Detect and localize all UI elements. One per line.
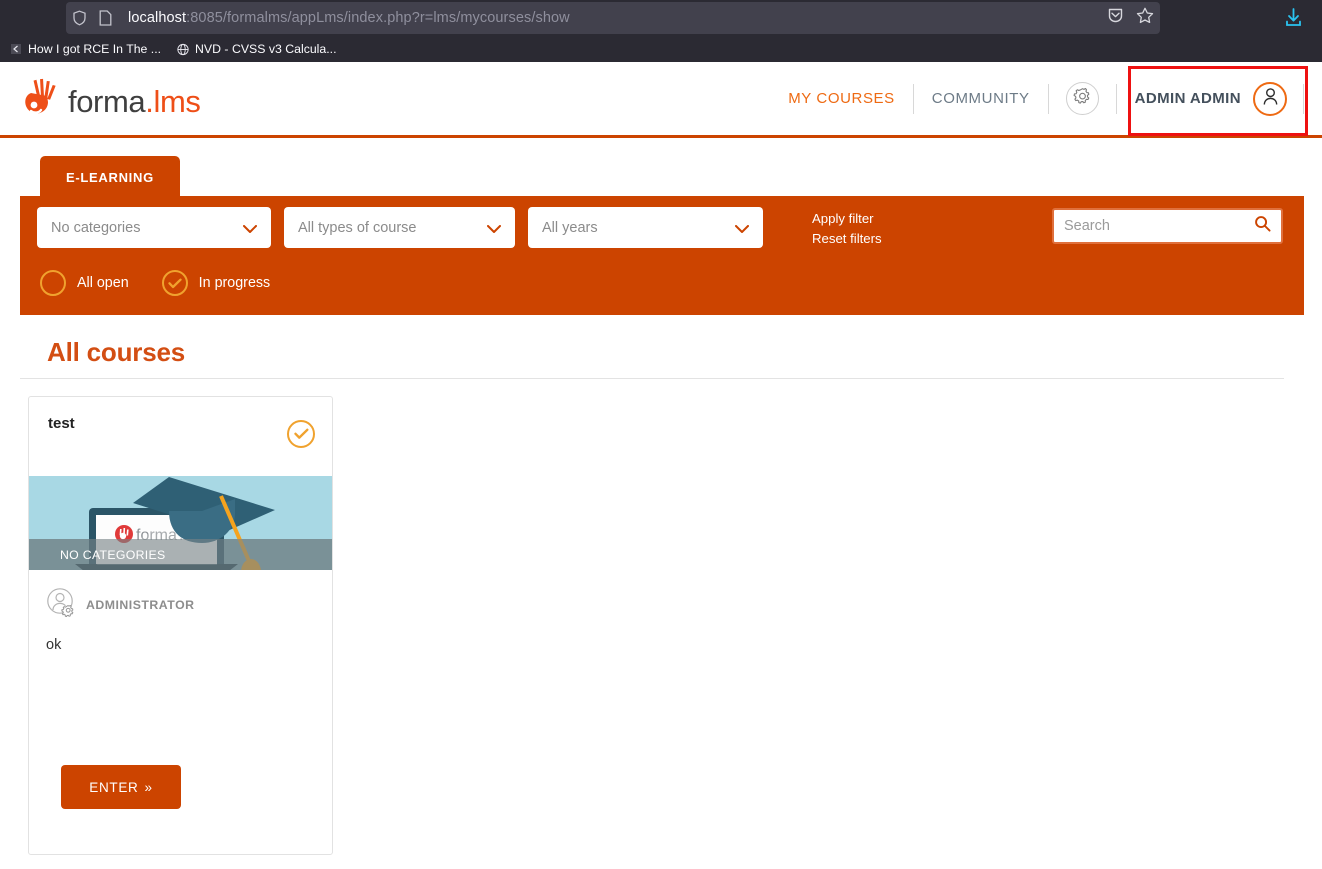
settings-button[interactable] <box>1065 82 1099 115</box>
globe-icon <box>177 43 189 56</box>
browser-toolbar: localhost:8085/formalms/appLms/index.php… <box>0 0 1322 36</box>
year-select[interactable]: All years <box>528 207 763 248</box>
save-to-pocket-icon[interactable] <box>1107 7 1124 29</box>
year-select-value: All years <box>542 219 598 236</box>
nav-divider <box>1303 83 1304 114</box>
course-author: ADMINISTRATOR <box>29 570 332 622</box>
category-select[interactable]: No categories <box>37 207 271 248</box>
radio-all-open[interactable]: All open <box>40 270 129 296</box>
search-icon[interactable] <box>1254 215 1271 237</box>
course-title: test <box>48 415 75 432</box>
search-box[interactable] <box>1052 208 1283 244</box>
check-circle-icon <box>287 420 315 448</box>
bookmark-label: NVD - CVSS v3 Calcula... <box>195 42 337 56</box>
logo-accent: .lms <box>145 83 201 119</box>
user-name-label: ADMIN ADMIN <box>1134 90 1241 107</box>
course-thumbnail: forma .lms NO CATEGORIES <box>29 476 332 570</box>
user-menu[interactable]: ADMIN ADMIN <box>1117 81 1303 116</box>
url-text: localhost:8085/formalms/appLms/index.php… <box>128 10 570 26</box>
url-host: localhost <box>128 10 187 26</box>
radio-circle-checked-icon <box>161 270 188 296</box>
chevron-down-icon <box>487 221 501 239</box>
title-divider <box>20 378 1284 379</box>
course-type-tabs: E-LEARNING <box>40 156 180 198</box>
gear-icon <box>1073 87 1092 111</box>
course-category-band: NO CATEGORIES <box>29 539 332 570</box>
course-card-header: test <box>29 397 332 476</box>
search-input[interactable] <box>1064 218 1254 234</box>
chevron-down-icon <box>735 221 749 239</box>
reset-filters-link[interactable]: Reset filters <box>812 229 882 249</box>
category-select-value: No categories <box>51 219 141 236</box>
enter-course-button[interactable]: ENTER » <box>61 765 181 809</box>
radio-in-progress-label: In progress <box>198 275 271 291</box>
page-icon <box>92 10 118 26</box>
radio-circle-empty-icon <box>40 270 66 296</box>
course-category-label: NO CATEGORIES <box>60 547 166 562</box>
forma-hand-icon <box>20 78 60 125</box>
logo-main: forma <box>68 83 146 119</box>
course-type-select[interactable]: All types of course <box>284 207 515 248</box>
bookmarks-bar: How I got RCE In The ... NVD - CVSS v3 C… <box>0 36 1322 62</box>
bookmark-label: How I got RCE In The ... <box>28 42 162 56</box>
shield-icon[interactable] <box>66 10 92 26</box>
star-icon[interactable] <box>1136 7 1154 29</box>
url-path: :8085/formalms/appLms/index.php?r=lms/my… <box>186 10 570 26</box>
url-bar[interactable]: localhost:8085/formalms/appLms/index.php… <box>66 2 1160 34</box>
chevron-down-icon <box>243 221 257 239</box>
header-nav: MY COURSES COMMUNITY ADMIN ADMIN <box>770 62 1304 135</box>
radio-all-open-label: All open <box>77 275 129 291</box>
page-title: All courses <box>47 337 185 367</box>
enter-button-label: ENTER <box>89 779 139 795</box>
site-header: forma.lms MY COURSES COMMUNITY ADMIN ADM… <box>0 62 1322 138</box>
logo-text: forma.lms <box>68 83 201 120</box>
user-avatar-icon <box>1262 87 1279 111</box>
radio-in-progress[interactable]: In progress <box>161 270 271 296</box>
chevron-bookmark-icon <box>10 44 22 54</box>
bookmark-item-nvd[interactable]: NVD - CVSS v3 Calcula... <box>169 38 344 60</box>
bookmark-item-rce[interactable]: How I got RCE In The ... <box>2 38 169 60</box>
course-description: ok <box>46 637 62 653</box>
filter-actions: Apply filter Reset filters <box>812 209 882 249</box>
admin-user-icon <box>46 587 76 622</box>
download-arrow-icon[interactable] <box>1283 7 1304 33</box>
status-radio-group: All open In progress <box>40 270 303 296</box>
filter-panel: No categories All types of course All ye… <box>20 196 1304 315</box>
double-chevron-right-icon: » <box>144 779 153 795</box>
apply-filter-link[interactable]: Apply filter <box>812 209 882 229</box>
nav-community[interactable]: COMMUNITY <box>914 90 1048 107</box>
nav-divider <box>1047 83 1049 114</box>
course-card[interactable]: test forma .lms <box>28 396 333 855</box>
avatar[interactable] <box>1253 81 1287 116</box>
tab-e-learning[interactable]: E-LEARNING <box>40 156 180 198</box>
course-type-select-value: All types of course <box>298 219 417 236</box>
nav-my-courses[interactable]: MY COURSES <box>770 90 913 107</box>
course-author-label: ADMINISTRATOR <box>86 597 195 612</box>
site-logo[interactable]: forma.lms <box>20 78 201 125</box>
